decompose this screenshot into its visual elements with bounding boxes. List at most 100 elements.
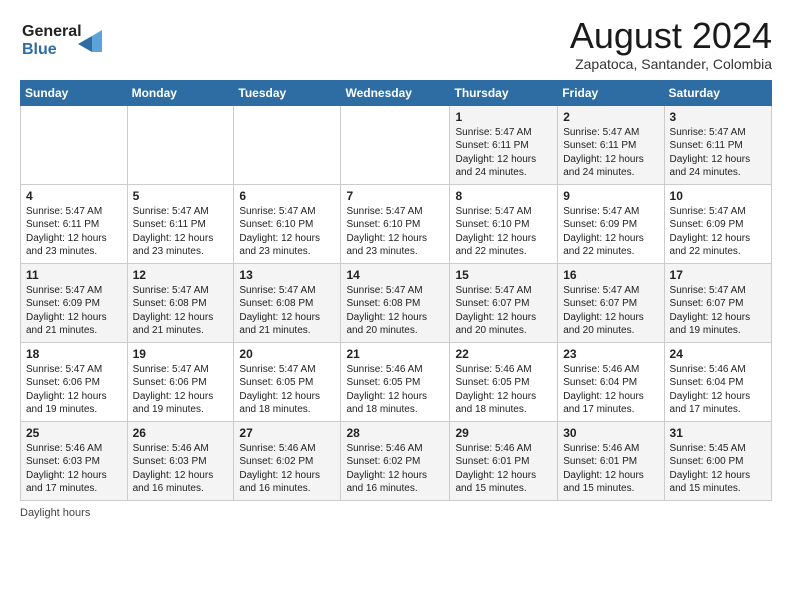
day-number: 12	[133, 268, 229, 282]
day-info: Sunrise: 5:47 AM Sunset: 6:11 PM Dayligh…	[26, 205, 122, 259]
page: General Blue August 2024 Zapatoca, Santa…	[0, 0, 792, 529]
day-number: 4	[26, 189, 122, 203]
day-info: Sunrise: 5:47 AM Sunset: 6:09 PM Dayligh…	[670, 205, 766, 259]
calendar-cell: 26 Sunrise: 5:46 AM Sunset: 6:03 PM Dayli…	[127, 421, 234, 500]
day-info: Sunrise: 5:46 AM Sunset: 6:05 PM Dayligh…	[346, 363, 444, 417]
day-info: Sunrise: 5:46 AM Sunset: 6:04 PM Dayligh…	[563, 363, 658, 417]
day-number: 9	[563, 189, 658, 203]
calendar-cell	[341, 105, 450, 184]
day-info: Sunrise: 5:47 AM Sunset: 6:06 PM Dayligh…	[133, 363, 229, 417]
calendar-cell: 11 Sunrise: 5:47 AM Sunset: 6:09 PM Dayli…	[21, 263, 128, 342]
day-info: Sunrise: 5:46 AM Sunset: 6:03 PM Dayligh…	[133, 442, 229, 496]
calendar-cell: 4 Sunrise: 5:47 AM Sunset: 6:11 PM Daylig…	[21, 184, 128, 263]
calendar-week-row: 25 Sunrise: 5:46 AM Sunset: 6:03 PM Dayli…	[21, 421, 772, 500]
weekday-header-wednesday: Wednesday	[341, 80, 450, 105]
weekday-header-saturday: Saturday	[664, 80, 771, 105]
subtitle: Zapatoca, Santander, Colombia	[570, 56, 772, 72]
day-info: Sunrise: 5:47 AM Sunset: 6:07 PM Dayligh…	[670, 284, 766, 338]
calendar-cell: 5Sunrise: 5:47 AM Sunset: 6:11 PM Daylig…	[127, 184, 234, 263]
calendar-cell	[234, 105, 341, 184]
calendar-cell: 14Sunrise: 5:47 AM Sunset: 6:08 PM Dayli…	[341, 263, 450, 342]
weekday-header-row: SundayMondayTuesdayWednesdayThursdayFrid…	[21, 80, 772, 105]
day-info: Sunrise: 5:46 AM Sunset: 6:01 PM Dayligh…	[563, 442, 658, 496]
day-info: Sunrise: 5:45 AM Sunset: 6:00 PM Dayligh…	[670, 442, 766, 496]
day-info: Sunrise: 5:47 AM Sunset: 6:09 PM Dayligh…	[26, 284, 122, 338]
weekday-header-friday: Friday	[558, 80, 664, 105]
day-number: 28	[346, 426, 444, 440]
day-number: 19	[133, 347, 229, 361]
footer: Daylight hours	[20, 507, 772, 519]
day-number: 26	[133, 426, 229, 440]
day-number: 13	[239, 268, 335, 282]
day-info: Sunrise: 5:47 AM Sunset: 6:11 PM Dayligh…	[563, 126, 658, 180]
day-number: 7	[346, 189, 444, 203]
calendar-cell: 1Sunrise: 5:47 AM Sunset: 6:11 PM Daylig…	[450, 105, 558, 184]
day-number: 16	[563, 268, 658, 282]
day-info: Sunrise: 5:47 AM Sunset: 6:07 PM Dayligh…	[455, 284, 552, 338]
day-number: 17	[670, 268, 766, 282]
calendar-cell: 13 Sunrise: 5:47 AM Sunset: 6:08 PM Dayli…	[234, 263, 341, 342]
svg-text:General: General	[22, 23, 82, 40]
calendar-cell: 23 Sunrise: 5:46 AM Sunset: 6:04 PM Dayli…	[558, 342, 664, 421]
calendar-cell	[127, 105, 234, 184]
day-number: 29	[455, 426, 552, 440]
day-number: 21	[346, 347, 444, 361]
day-info: Sunrise: 5:47 AM Sunset: 6:10 PM Dayligh…	[346, 205, 444, 259]
calendar-cell	[21, 105, 128, 184]
day-info: Sunrise: 5:47 AM Sunset: 6:11 PM Dayligh…	[455, 126, 552, 180]
day-info: Sunrise: 5:46 AM Sunset: 6:05 PM Dayligh…	[455, 363, 552, 417]
day-number: 30	[563, 426, 658, 440]
calendar-cell: 24Sunrise: 5:46 AM Sunset: 6:04 PM Dayli…	[664, 342, 771, 421]
day-info: Sunrise: 5:47 AM Sunset: 6:08 PM Dayligh…	[133, 284, 229, 338]
day-number: 31	[670, 426, 766, 440]
day-number: 3	[670, 110, 766, 124]
calendar-cell: 29 Sunrise: 5:46 AM Sunset: 6:01 PM Dayli…	[450, 421, 558, 500]
calendar-cell: 19 Sunrise: 5:47 AM Sunset: 6:06 PM Dayli…	[127, 342, 234, 421]
svg-text:Blue: Blue	[22, 41, 57, 58]
calendar-week-row: 18 Sunrise: 5:47 AM Sunset: 6:06 PM Dayli…	[21, 342, 772, 421]
header: General Blue August 2024 Zapatoca, Santa…	[20, 16, 772, 72]
calendar-cell: 8Sunrise: 5:47 AM Sunset: 6:10 PM Daylig…	[450, 184, 558, 263]
day-number: 6	[239, 189, 335, 203]
day-number: 23	[563, 347, 658, 361]
day-number: 8	[455, 189, 552, 203]
day-info: Sunrise: 5:47 AM Sunset: 6:06 PM Dayligh…	[26, 363, 122, 417]
calendar-cell: 3Sunrise: 5:47 AM Sunset: 6:11 PM Daylig…	[664, 105, 771, 184]
day-number: 11	[26, 268, 122, 282]
day-number: 2	[563, 110, 658, 124]
logo: General Blue	[20, 16, 110, 65]
day-info: Sunrise: 5:46 AM Sunset: 6:01 PM Dayligh…	[455, 442, 552, 496]
day-info: Sunrise: 5:47 AM Sunset: 6:05 PM Dayligh…	[239, 363, 335, 417]
weekday-header-monday: Monday	[127, 80, 234, 105]
day-info: Sunrise: 5:47 AM Sunset: 6:08 PM Dayligh…	[239, 284, 335, 338]
day-number: 10	[670, 189, 766, 203]
calendar-week-row: 1Sunrise: 5:47 AM Sunset: 6:11 PM Daylig…	[21, 105, 772, 184]
calendar-cell: 12 Sunrise: 5:47 AM Sunset: 6:08 PM Dayli…	[127, 263, 234, 342]
title-block: August 2024 Zapatoca, Santander, Colombi…	[570, 16, 772, 72]
day-info: Sunrise: 5:47 AM Sunset: 6:07 PM Dayligh…	[563, 284, 658, 338]
calendar-cell: 20 Sunrise: 5:47 AM Sunset: 6:05 PM Dayli…	[234, 342, 341, 421]
calendar-cell: 10 Sunrise: 5:47 AM Sunset: 6:09 PM Dayli…	[664, 184, 771, 263]
day-info: Sunrise: 5:46 AM Sunset: 6:04 PM Dayligh…	[670, 363, 766, 417]
calendar-cell: 18 Sunrise: 5:47 AM Sunset: 6:06 PM Dayli…	[21, 342, 128, 421]
day-info: Sunrise: 5:46 AM Sunset: 6:02 PM Dayligh…	[346, 442, 444, 496]
calendar-cell: 25 Sunrise: 5:46 AM Sunset: 6:03 PM Dayli…	[21, 421, 128, 500]
day-number: 25	[26, 426, 122, 440]
day-number: 14	[346, 268, 444, 282]
calendar-cell: 28 Sunrise: 5:46 AM Sunset: 6:02 PM Dayli…	[341, 421, 450, 500]
weekday-header-sunday: Sunday	[21, 80, 128, 105]
day-info: Sunrise: 5:46 AM Sunset: 6:02 PM Dayligh…	[239, 442, 335, 496]
day-number: 20	[239, 347, 335, 361]
day-info: Sunrise: 5:46 AM Sunset: 6:03 PM Dayligh…	[26, 442, 122, 496]
day-number: 18	[26, 347, 122, 361]
footer-label: Daylight hours	[20, 507, 90, 519]
day-number: 5	[133, 189, 229, 203]
calendar-cell: 31 Sunrise: 5:45 AM Sunset: 6:00 PM Dayli…	[664, 421, 771, 500]
calendar-cell: 7 Sunrise: 5:47 AM Sunset: 6:10 PM Daylig…	[341, 184, 450, 263]
day-info: Sunrise: 5:47 AM Sunset: 6:09 PM Dayligh…	[563, 205, 658, 259]
calendar-week-row: 4 Sunrise: 5:47 AM Sunset: 6:11 PM Daylig…	[21, 184, 772, 263]
calendar-cell: 22Sunrise: 5:46 AM Sunset: 6:05 PM Dayli…	[450, 342, 558, 421]
calendar-cell: 27Sunrise: 5:46 AM Sunset: 6:02 PM Dayli…	[234, 421, 341, 500]
weekday-header-thursday: Thursday	[450, 80, 558, 105]
calendar-cell: 9 Sunrise: 5:47 AM Sunset: 6:09 PM Daylig…	[558, 184, 664, 263]
